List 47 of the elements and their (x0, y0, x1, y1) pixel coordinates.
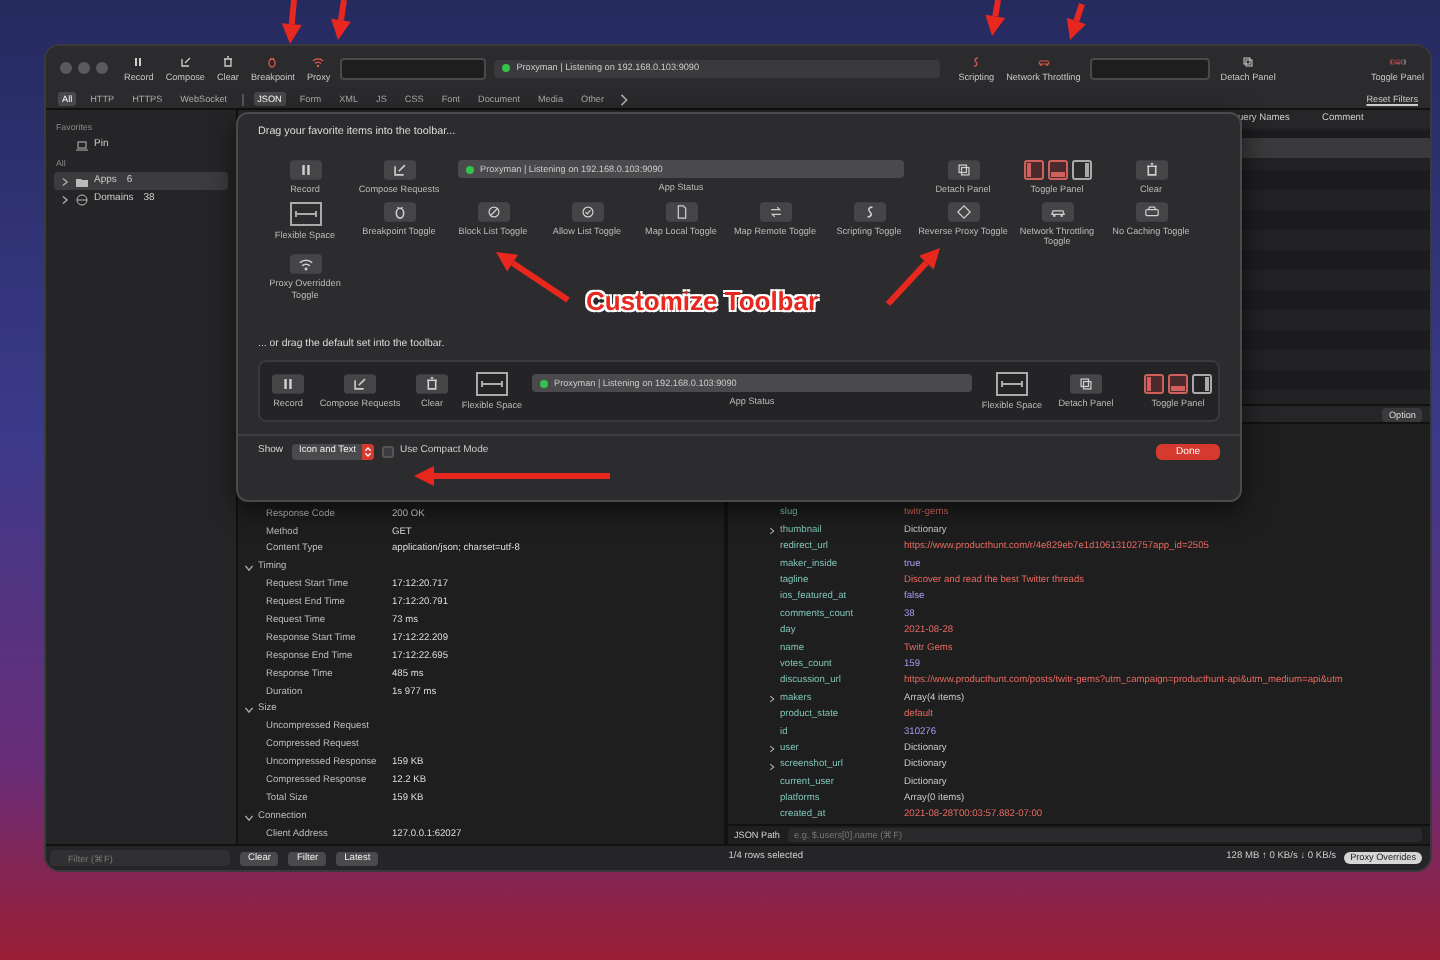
annotation-label: Customize Toolbar (586, 288, 819, 318)
chevron-down-icon (244, 704, 254, 717)
script-icon (853, 201, 885, 222)
trash-icon (1135, 160, 1167, 181)
chevron-right-icon[interactable] (768, 693, 776, 704)
globe-icon (74, 191, 90, 208)
compose-icon (344, 373, 376, 394)
chevron-right-icon[interactable] (768, 744, 776, 755)
chevron-right-icon (618, 91, 630, 107)
panel-toggle-icon (1389, 53, 1406, 70)
block-icon (477, 201, 509, 222)
pause-icon (272, 373, 304, 394)
stepper-icon (363, 446, 372, 459)
toolbar-text-field[interactable] (340, 57, 487, 79)
pause-icon (289, 160, 321, 181)
trash-icon (416, 373, 448, 394)
folder-icon (74, 173, 90, 190)
chevron-down-icon (244, 562, 254, 575)
annotation-arrow (331, 0, 351, 40)
wifi-icon (289, 253, 321, 274)
chevron-down-icon (244, 811, 254, 824)
annotation-arrow (885, 248, 940, 307)
drive-icon (1135, 201, 1167, 222)
status-dot-icon (466, 165, 474, 174)
car-icon (1041, 201, 1073, 222)
flexible-space-icon (476, 371, 508, 396)
detach-icon (947, 160, 979, 181)
panel-toggle-icon (1023, 160, 1091, 181)
allow-icon (571, 201, 603, 222)
repeat-icon (759, 201, 791, 222)
compose-icon (383, 160, 415, 181)
status-dot-icon (540, 379, 548, 388)
flexible-space-icon (996, 371, 1028, 396)
document-icon (665, 201, 697, 222)
status-dot-icon (502, 64, 511, 72)
annotation-arrow (496, 252, 570, 303)
flexible-space-icon (289, 201, 321, 226)
laptop-icon (74, 137, 90, 154)
toolbar-text-field[interactable] (1090, 57, 1211, 79)
chevron-right-icon[interactable] (768, 761, 776, 772)
annotation-arrow (281, 0, 302, 44)
annotation-arrow (1066, 3, 1086, 40)
detach-icon (1070, 373, 1102, 394)
bug-icon (383, 201, 415, 222)
chevron-right-icon[interactable] (768, 526, 776, 537)
annotation-arrow (985, 0, 1006, 36)
panel-toggle-icon (1144, 373, 1212, 394)
